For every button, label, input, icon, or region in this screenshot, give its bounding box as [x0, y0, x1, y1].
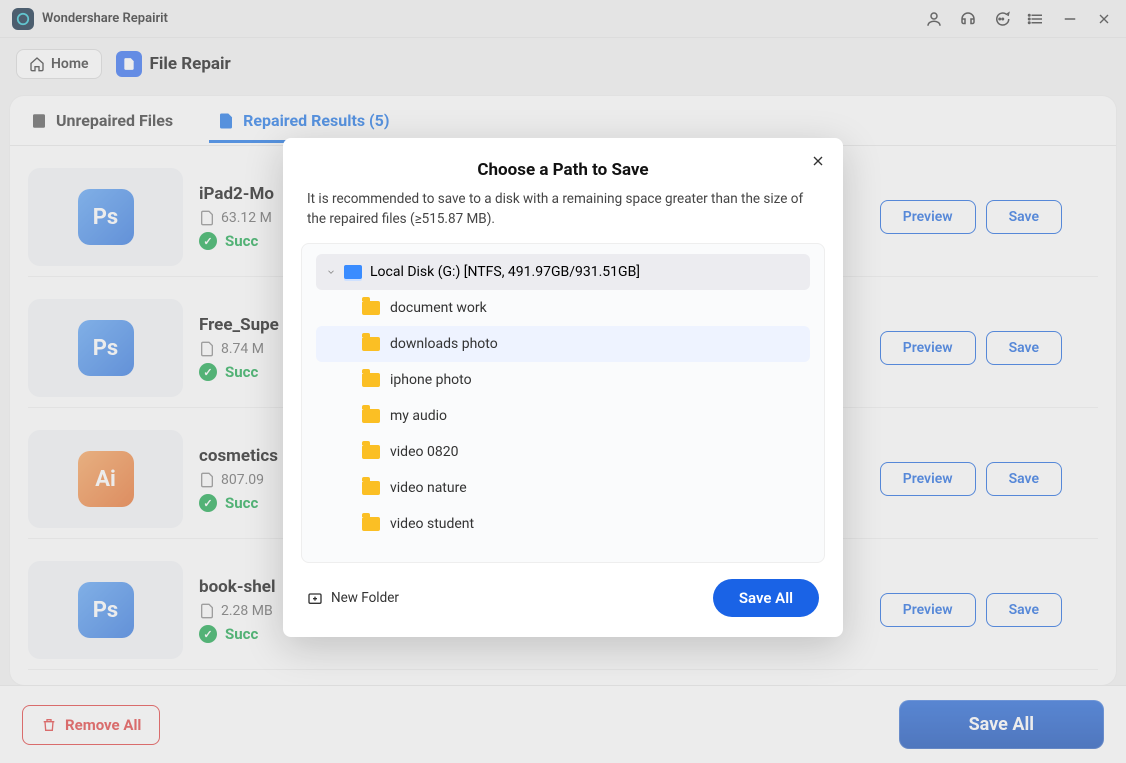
- folder-name: video 0820: [390, 444, 458, 460]
- folder-icon: [362, 517, 380, 531]
- close-icon: [810, 153, 826, 169]
- folder-name: document work: [390, 300, 487, 316]
- folder-item[interactable]: my audio: [316, 398, 810, 434]
- folder-name: downloads photo: [390, 336, 498, 352]
- folder-tree[interactable]: Local Disk (G:) [NTFS, 491.97GB/931.51GB…: [301, 243, 825, 563]
- modal-overlay: Choose a Path to Save It is recommended …: [0, 0, 1126, 763]
- new-folder-label: New Folder: [331, 590, 399, 606]
- folder-name: video nature: [390, 480, 467, 496]
- folder-item[interactable]: document work: [316, 290, 810, 326]
- disk-icon: [344, 265, 362, 279]
- folder-item[interactable]: downloads photo: [316, 326, 810, 362]
- folder-name: my audio: [390, 408, 447, 424]
- chevron-down-icon: [326, 267, 336, 277]
- modal-save-all-button[interactable]: Save All: [713, 579, 819, 617]
- new-folder-icon: [307, 590, 323, 606]
- folder-icon: [362, 337, 380, 351]
- save-path-modal: Choose a Path to Save It is recommended …: [283, 138, 843, 637]
- folder-name: iphone photo: [390, 372, 472, 388]
- folder-icon: [362, 445, 380, 459]
- folder-item[interactable]: video 0820: [316, 434, 810, 470]
- new-folder-button[interactable]: New Folder: [307, 590, 399, 606]
- folder-icon: [362, 409, 380, 423]
- disk-label: Local Disk (G:) [NTFS, 491.97GB/931.51GB…: [370, 264, 640, 280]
- modal-title: Choose a Path to Save: [283, 160, 843, 180]
- folder-name: video student: [390, 516, 474, 532]
- folder-item[interactable]: video nature: [316, 470, 810, 506]
- folder-icon: [362, 301, 380, 315]
- folder-icon: [362, 481, 380, 495]
- modal-description: It is recommended to save to a disk with…: [283, 180, 843, 243]
- folder-icon: [362, 373, 380, 387]
- disk-row[interactable]: Local Disk (G:) [NTFS, 491.97GB/931.51GB…: [316, 254, 810, 290]
- folder-item[interactable]: video student: [316, 506, 810, 542]
- folder-item[interactable]: iphone photo: [316, 362, 810, 398]
- modal-close-button[interactable]: [807, 150, 829, 172]
